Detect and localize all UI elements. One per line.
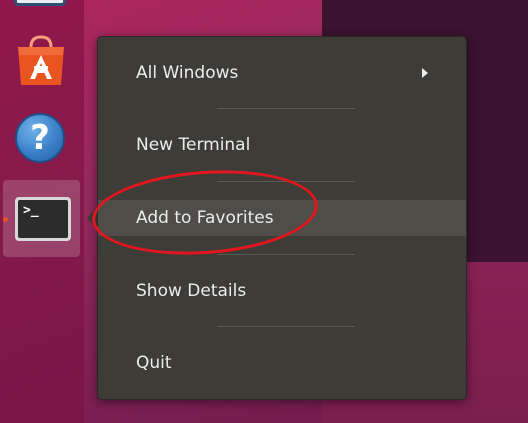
ubuntu-software-icon[interactable]: [12, 33, 70, 95]
files-icon[interactable]: [14, 0, 66, 6]
running-indicator: [3, 217, 8, 222]
menu-item-add-to-favorites[interactable]: Add to Favorites: [98, 200, 466, 236]
menu-separator: [217, 108, 355, 109]
terminal-prompt-glyph: >_: [18, 200, 68, 238]
submenu-arrow-icon: [422, 68, 428, 78]
menu-separator: [217, 181, 355, 182]
menu-item-show-details[interactable]: Show Details: [98, 273, 466, 309]
shopping-bag-icon: [18, 35, 64, 85]
menu-item-label: Quit: [136, 353, 172, 373]
terminal-icon: >_: [15, 197, 71, 241]
dock: ? >_: [0, 0, 84, 423]
menu-item-label: New Terminal: [136, 135, 251, 155]
help-icon[interactable]: ?: [15, 113, 65, 163]
menu-item-label: Add to Favorites: [136, 208, 274, 228]
menu-item-quit[interactable]: Quit: [98, 345, 466, 381]
dock-context-menu: All Windows New Terminal Add to Favorite…: [97, 36, 467, 400]
menu-separator: [217, 254, 355, 255]
menu-separator: [217, 326, 355, 327]
menu-item-new-terminal[interactable]: New Terminal: [98, 127, 466, 163]
menu-item-label: All Windows: [136, 63, 239, 83]
dock-item-terminal[interactable]: >_: [3, 180, 80, 257]
menu-item-label: Show Details: [136, 281, 247, 301]
menu-item-all-windows[interactable]: All Windows: [98, 55, 466, 91]
